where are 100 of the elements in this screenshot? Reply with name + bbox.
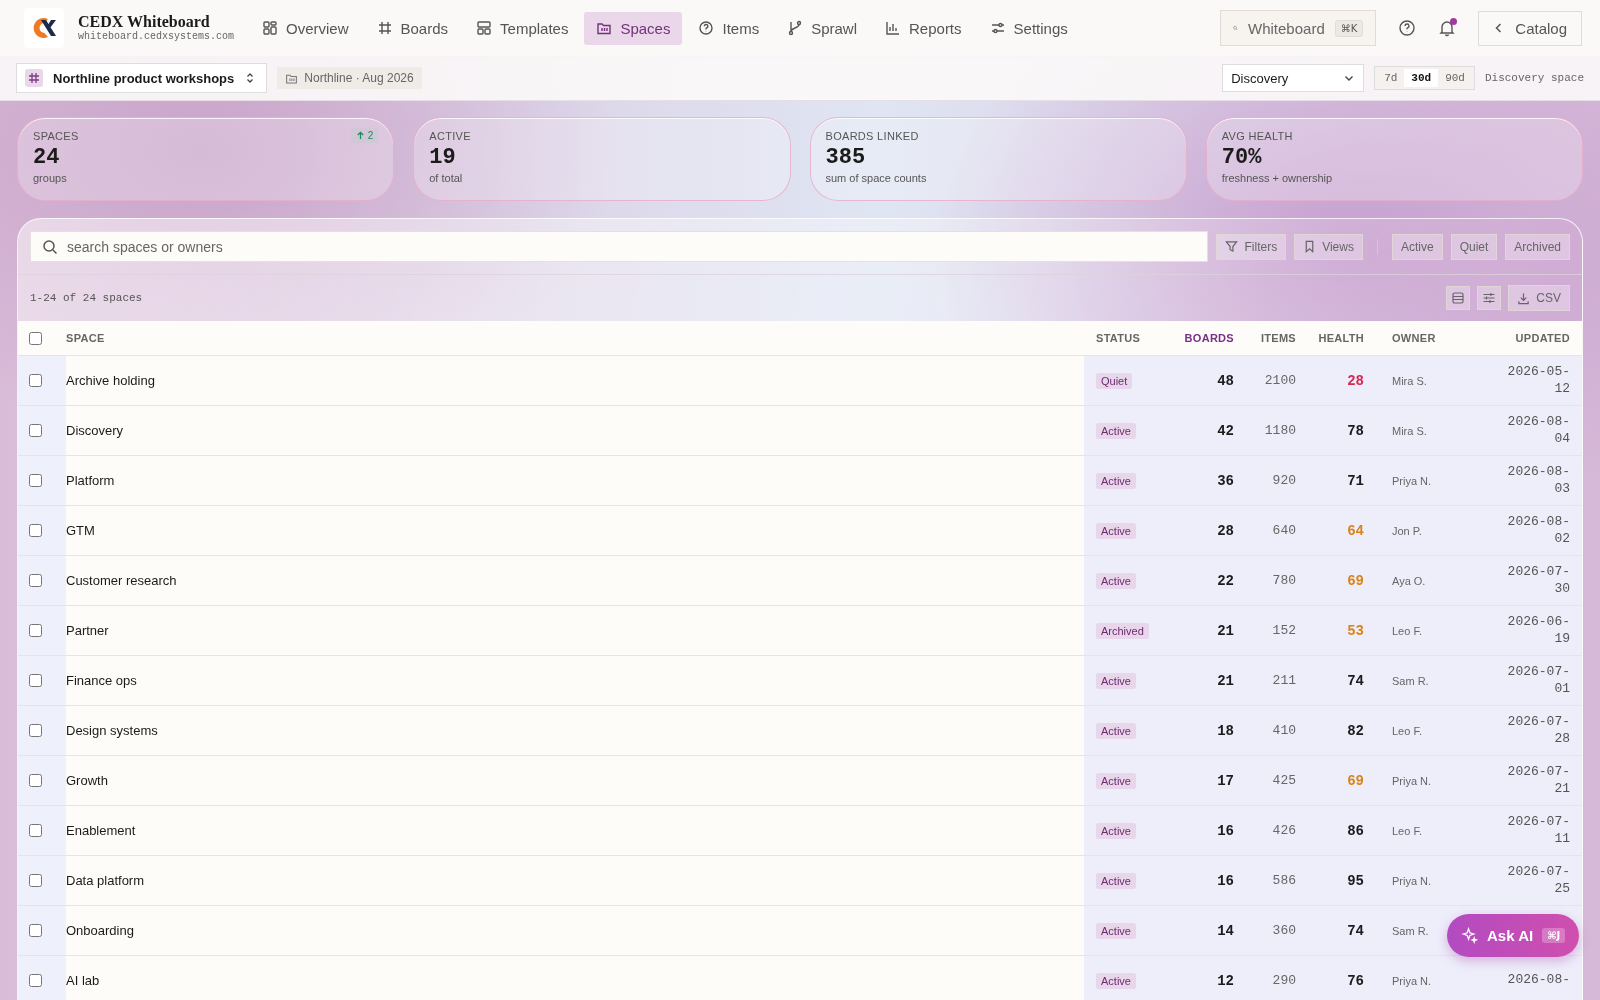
updated-date: 2026-07-21 bbox=[1507, 763, 1570, 798]
stat-label: AVG HEALTH bbox=[1221, 130, 1293, 142]
shortcut-key: ⌘K bbox=[1334, 19, 1364, 37]
updated-date: 2026-07-11 bbox=[1507, 813, 1570, 848]
workspace-selector[interactable]: Northline product workshops bbox=[16, 63, 268, 93]
row-checkbox[interactable] bbox=[29, 574, 42, 587]
status-badge: Archived bbox=[1096, 622, 1149, 639]
search-field[interactable]: Whiteboard ⌘K bbox=[1220, 10, 1377, 46]
stat-value: 24 bbox=[33, 145, 60, 170]
space-name: Discovery bbox=[66, 423, 124, 438]
boards-count: 36 bbox=[1217, 472, 1234, 489]
nav-tab[interactable]: Items bbox=[686, 11, 772, 45]
row-checkbox[interactable] bbox=[29, 774, 42, 787]
row-checkbox[interactable] bbox=[29, 374, 42, 387]
row-checkbox[interactable] bbox=[29, 824, 42, 837]
row-checkbox[interactable] bbox=[29, 924, 42, 937]
items-count: 152 bbox=[1272, 623, 1296, 638]
logo-icon bbox=[24, 8, 64, 48]
items-count: 410 bbox=[1272, 723, 1296, 738]
result-count: 1-24 of 24 spaces bbox=[30, 292, 143, 304]
search-field[interactable]: search spaces or owners bbox=[30, 231, 1209, 262]
stat-value: 19 bbox=[429, 145, 456, 170]
status-filter-chip[interactable]: Archived bbox=[1505, 233, 1570, 260]
column-header[interactable]: SPACE bbox=[66, 321, 1084, 355]
density-button[interactable] bbox=[1446, 286, 1471, 310]
items-count: 640 bbox=[1272, 523, 1296, 538]
back-button[interactable]: Catalog bbox=[1478, 10, 1582, 46]
nav-tab[interactable]: Reports bbox=[873, 11, 974, 45]
row-checkbox[interactable] bbox=[29, 524, 42, 537]
boards-count: 17 bbox=[1217, 772, 1234, 789]
column-settings-button[interactable] bbox=[1477, 286, 1502, 310]
owner-name: Jon P. bbox=[1392, 524, 1422, 537]
column-header[interactable]: HEALTH bbox=[1302, 321, 1370, 355]
boards-count: 28 bbox=[1217, 522, 1234, 539]
status-badge: Active bbox=[1096, 422, 1136, 439]
nav-tab[interactable]: Sprawl bbox=[775, 11, 869, 45]
space-name: Data platform bbox=[66, 873, 145, 888]
items-count: 290 bbox=[1272, 973, 1296, 988]
owner-name: Leo F. bbox=[1392, 824, 1422, 837]
space-name: GTM bbox=[66, 523, 95, 538]
notification-bell-icon[interactable] bbox=[1438, 19, 1457, 37]
app-title: CEDX Whiteboard bbox=[78, 13, 210, 31]
help-icon bbox=[698, 20, 715, 36]
updated-date: 2026-08-02 bbox=[1507, 513, 1570, 548]
row-checkbox[interactable] bbox=[29, 424, 42, 437]
shortcut-key: ⌘J bbox=[1542, 928, 1566, 943]
status-badge: Active bbox=[1096, 572, 1136, 589]
owner-name: Priya N. bbox=[1392, 974, 1432, 987]
status-filter-chip[interactable]: Active bbox=[1391, 233, 1443, 260]
health-score: 82 bbox=[1347, 722, 1364, 739]
nav-tab[interactable]: Settings bbox=[977, 11, 1080, 45]
sliders-icon bbox=[989, 20, 1006, 36]
items-count: 425 bbox=[1272, 773, 1296, 788]
filters-button[interactable]: Filters bbox=[1216, 233, 1287, 260]
sparkle-icon bbox=[1461, 927, 1478, 944]
nav-tab[interactable]: Boards bbox=[364, 11, 461, 45]
csv-export-button[interactable]: CSV bbox=[1508, 285, 1570, 311]
branch-icon bbox=[787, 20, 804, 36]
views-button[interactable]: Views bbox=[1294, 233, 1363, 260]
range-tab[interactable]: 7d bbox=[1377, 69, 1405, 87]
stat-label: BOARDS LINKED bbox=[825, 130, 919, 142]
row-checkbox[interactable] bbox=[29, 874, 42, 887]
owner-name: Aya O. bbox=[1392, 574, 1426, 587]
updated-date: 2026-08- bbox=[1507, 972, 1570, 989]
space-dropdown[interactable]: Discovery bbox=[1222, 64, 1365, 92]
status-badge: Quiet bbox=[1096, 372, 1133, 389]
row-checkbox[interactable] bbox=[29, 474, 42, 487]
health-score: 74 bbox=[1347, 672, 1364, 689]
funnel-icon bbox=[1225, 240, 1239, 253]
status-filter-chip[interactable]: Quiet bbox=[1450, 233, 1498, 260]
boards-count: 42 bbox=[1217, 422, 1234, 439]
space-name: Onboarding bbox=[66, 923, 134, 938]
column-header[interactable]: ITEMS bbox=[1240, 321, 1302, 355]
column-header[interactable]: STATUS bbox=[1084, 321, 1164, 355]
select-all-checkbox[interactable] bbox=[29, 331, 42, 345]
row-checkbox[interactable] bbox=[29, 974, 42, 987]
status-badge: Active bbox=[1096, 672, 1136, 689]
items-count: 2100 bbox=[1264, 373, 1296, 388]
health-score: 74 bbox=[1347, 922, 1364, 939]
row-checkbox[interactable] bbox=[29, 624, 42, 637]
row-checkbox[interactable] bbox=[29, 674, 42, 687]
nav-tab[interactable]: Templates bbox=[464, 11, 581, 45]
column-header[interactable]: BOARDS bbox=[1164, 321, 1240, 355]
column-header[interactable]: OWNER bbox=[1370, 321, 1466, 355]
space-name: Finance ops bbox=[66, 673, 137, 688]
nav-tab[interactable]: Spaces bbox=[584, 11, 683, 45]
status-badge: Active bbox=[1096, 972, 1136, 989]
health-score: 78 bbox=[1347, 422, 1364, 439]
updated-date: 2026-07-25 bbox=[1507, 863, 1570, 898]
items-count: 586 bbox=[1272, 873, 1296, 888]
nav-tab[interactable]: Overview bbox=[250, 11, 361, 45]
range-tab[interactable]: 30d bbox=[1404, 69, 1439, 87]
range-tab[interactable]: 90d bbox=[1438, 69, 1472, 87]
updated-date: 2026-07-28 bbox=[1507, 713, 1570, 748]
row-checkbox[interactable] bbox=[29, 724, 42, 737]
column-header[interactable]: UPDATED bbox=[1466, 321, 1582, 355]
boards-count: 14 bbox=[1217, 922, 1234, 939]
download-icon bbox=[1517, 291, 1531, 305]
ask-ai-button[interactable]: Ask AI ⌘J bbox=[1447, 914, 1580, 957]
help-icon[interactable] bbox=[1398, 19, 1417, 37]
